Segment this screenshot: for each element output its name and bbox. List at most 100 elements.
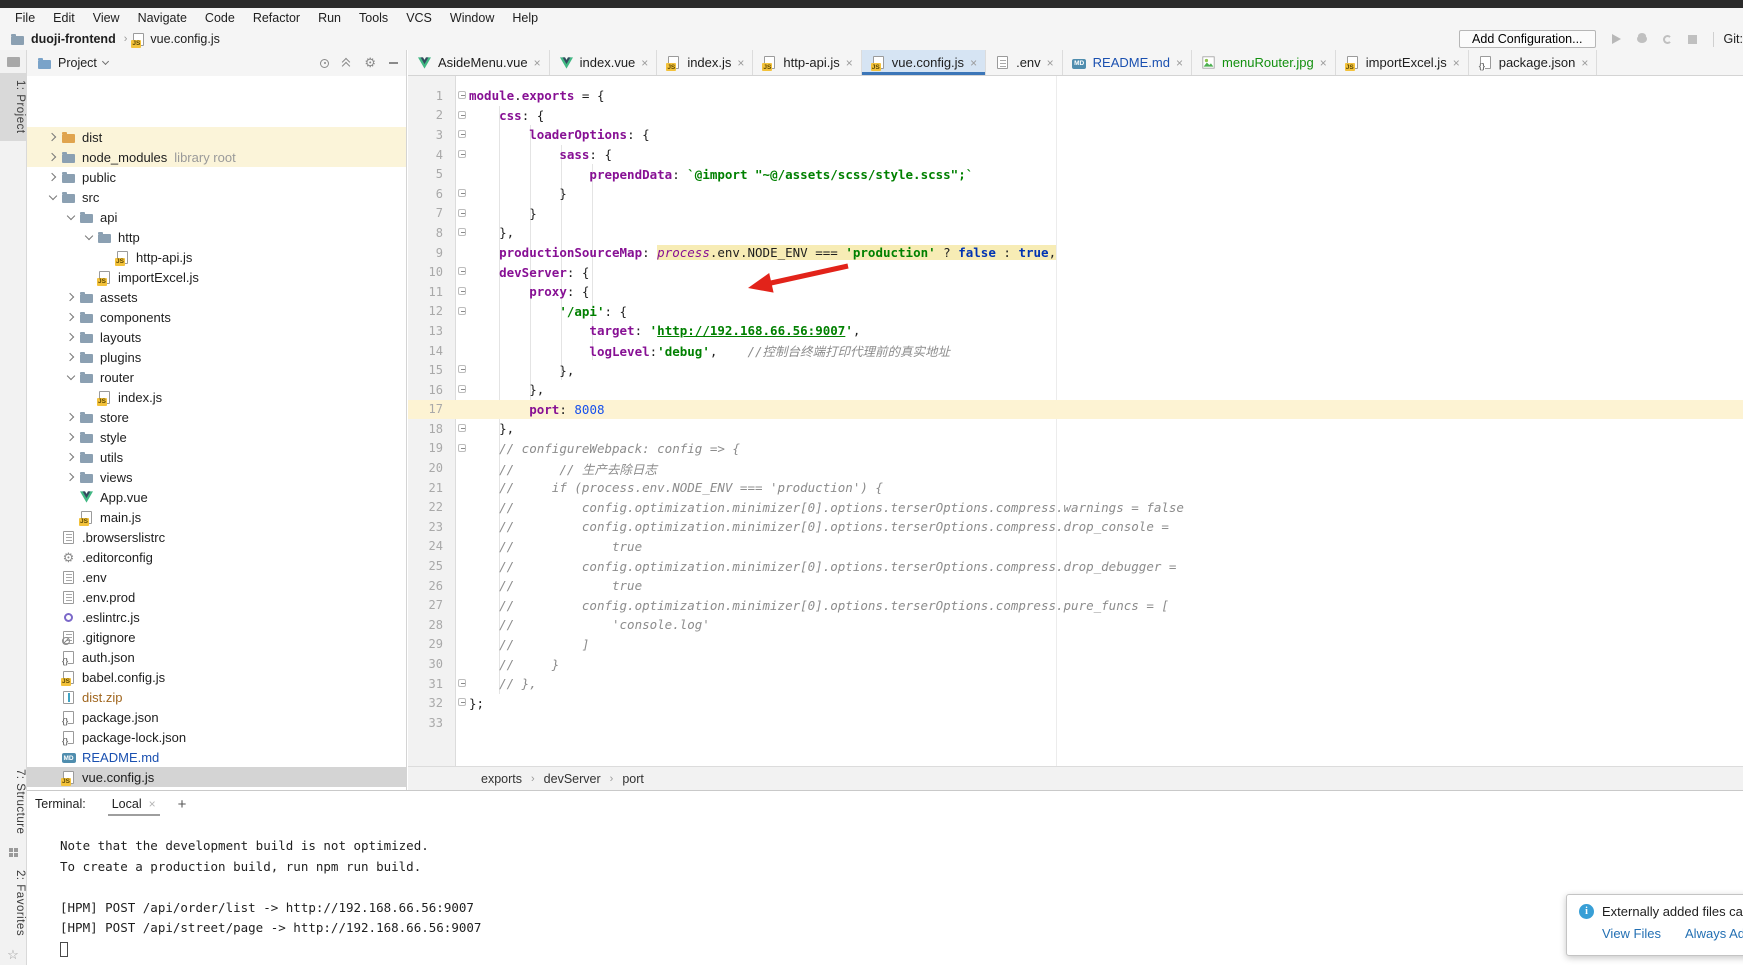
editor-tab-index-vue[interactable]: index.vue×: [550, 50, 658, 75]
gutter-line-number[interactable]: 16: [408, 380, 456, 400]
tree-item-router[interactable]: router: [27, 367, 406, 387]
tree-item-readme-md[interactable]: MDREADME.md: [27, 747, 406, 767]
gutter-line-number[interactable]: 26: [408, 576, 456, 596]
gutter-line-number[interactable]: 22: [408, 497, 456, 517]
code-line-24[interactable]: 24 // true: [408, 537, 1743, 557]
breadcrumb-devserver[interactable]: devServer: [544, 772, 601, 786]
tree-item-http-api-js[interactable]: http-api.js: [27, 247, 406, 267]
tree-item-vue-config-js[interactable]: vue.config.js: [27, 767, 406, 787]
add-configuration-button[interactable]: Add Configuration...: [1459, 30, 1596, 48]
menu-item-refactor[interactable]: Refactor: [244, 10, 309, 26]
code-line-27[interactable]: 27 // config.optimization.minimizer[0].o…: [408, 595, 1743, 615]
code-line-14[interactable]: 14 logLevel:'debug', //控制台终端打印代理前的真实地址: [408, 341, 1743, 361]
chevron-right-icon[interactable]: [48, 133, 56, 141]
tree-item-editorconfig[interactable]: ⚙.editorconfig: [27, 547, 406, 567]
tree-item-package-json[interactable]: package.json: [27, 707, 406, 727]
code-line-31[interactable]: 31 // },: [408, 674, 1743, 694]
tree-item-babel-config-js[interactable]: babel.config.js: [27, 667, 406, 687]
editor-tab-env[interactable]: .env×: [986, 50, 1063, 75]
chevron-right-icon[interactable]: [66, 353, 74, 361]
code-line-5[interactable]: 5 prependData: `@import "~@/assets/scss/…: [408, 164, 1743, 184]
gutter-line-number[interactable]: 8: [408, 223, 456, 243]
editor-tab-vue-config-js[interactable]: vue.config.js×: [862, 50, 986, 75]
tree-item-api[interactable]: api: [27, 207, 406, 227]
gutter-line-number[interactable]: 15: [408, 360, 456, 380]
gutter-line-number[interactable]: 24: [408, 537, 456, 557]
tree-item-utils[interactable]: utils: [27, 447, 406, 467]
terminal-output[interactable]: Note that the development build is not o…: [27, 817, 1743, 961]
gutter-line-number[interactable]: 33: [408, 713, 456, 733]
gutter-line-number[interactable]: 25: [408, 556, 456, 576]
code-line-7[interactable]: 7 }: [408, 204, 1743, 224]
menu-item-run[interactable]: Run: [309, 10, 350, 26]
gutter-line-number[interactable]: 12: [408, 302, 456, 322]
chevron-down-icon[interactable]: [49, 192, 57, 200]
fold-start-icon[interactable]: [458, 267, 466, 275]
menu-item-code[interactable]: Code: [196, 10, 244, 26]
gutter-line-number[interactable]: 9: [408, 243, 456, 263]
code-line-23[interactable]: 23 // config.optimization.minimizer[0].o…: [408, 517, 1743, 537]
tree-item-browserslistrc[interactable]: .browserslistrc: [27, 527, 406, 547]
grid-icon[interactable]: [9, 848, 18, 857]
chevron-right-icon[interactable]: [66, 413, 74, 421]
gutter-line-number[interactable]: 19: [408, 439, 456, 459]
editor-tab-http-api-js[interactable]: http-api.js×: [753, 50, 861, 75]
stripe-button-7-structure[interactable]: 7: Structure: [0, 762, 26, 841]
tree-item-dist[interactable]: dist: [27, 127, 406, 147]
code-line-33[interactable]: 33: [408, 713, 1743, 733]
chevron-down-icon[interactable]: [85, 232, 93, 240]
fold-end-icon[interactable]: [458, 228, 466, 236]
tree-item-eslintrc-js[interactable]: .eslintrc.js: [27, 607, 406, 627]
run-icon[interactable]: [1612, 34, 1621, 44]
tree-item-node-modules[interactable]: node_moduleslibrary root: [27, 147, 406, 167]
debug-icon[interactable]: [1637, 35, 1647, 43]
menu-item-window[interactable]: Window: [441, 10, 503, 26]
chevron-right-icon[interactable]: [66, 293, 74, 301]
tree-item-app-vue[interactable]: App.vue: [27, 487, 406, 507]
code-line-11[interactable]: 11 proxy: {: [408, 282, 1743, 302]
menu-item-view[interactable]: View: [84, 10, 129, 26]
terminal-prompt-line[interactable]: [60, 941, 1743, 962]
code-line-16[interactable]: 16 },: [408, 380, 1743, 400]
fold-start-icon[interactable]: [458, 150, 466, 158]
menu-item-file[interactable]: File: [6, 10, 44, 26]
gutter-line-number[interactable]: 10: [408, 262, 456, 282]
tree-item-main-js[interactable]: main.js: [27, 507, 406, 527]
hide-panel-icon[interactable]: [389, 62, 398, 64]
code-line-21[interactable]: 21 // if (process.env.NODE_ENV === 'prod…: [408, 478, 1743, 498]
tree-item-src[interactable]: src: [27, 187, 406, 207]
code-line-29[interactable]: 29 // ]: [408, 635, 1743, 655]
tree-item-layouts[interactable]: layouts: [27, 327, 406, 347]
tree-item-http[interactable]: http: [27, 227, 406, 247]
gutter-line-number[interactable]: 3: [408, 125, 456, 145]
close-icon[interactable]: ×: [640, 56, 649, 70]
chevron-right-icon[interactable]: [66, 333, 74, 341]
terminal-link[interactable]: http://192.168.66.56:9007: [286, 900, 474, 915]
gutter-line-number[interactable]: 5: [408, 164, 456, 184]
code-line-32[interactable]: 32};: [408, 693, 1743, 713]
close-icon[interactable]: ×: [969, 56, 978, 70]
gutter-line-number[interactable]: 30: [408, 654, 456, 674]
stripe-button-2-favorites[interactable]: 2: Favorites: [0, 863, 26, 943]
gutter-line-number[interactable]: 31: [408, 674, 456, 694]
tree-item-env[interactable]: .env: [27, 567, 406, 587]
fold-start-icon[interactable]: [458, 287, 466, 295]
tree-item-public[interactable]: public: [27, 167, 406, 187]
editor-tab-asidemenu-vue[interactable]: AsideMenu.vue×: [408, 50, 550, 75]
gutter-line-number[interactable]: 13: [408, 321, 456, 341]
code-line-4[interactable]: 4 sass: {: [408, 145, 1743, 165]
editor-tab-menurouter-jpg[interactable]: menuRouter.jpg×: [1192, 50, 1336, 75]
code-line-8[interactable]: 8 },: [408, 223, 1743, 243]
chevron-right-icon[interactable]: [48, 173, 56, 181]
gutter-line-number[interactable]: 20: [408, 458, 456, 478]
tree-item-gitignore[interactable]: .gitignore: [27, 627, 406, 647]
chevron-right-icon[interactable]: [66, 473, 74, 481]
code-line-10[interactable]: 10 devServer: {: [408, 262, 1743, 282]
menu-item-edit[interactable]: Edit: [44, 10, 84, 26]
close-icon[interactable]: ×: [845, 56, 854, 70]
close-icon[interactable]: ×: [149, 797, 156, 811]
star-icon[interactable]: ☆: [7, 947, 19, 963]
chevron-right-icon[interactable]: [66, 313, 74, 321]
tree-item-views[interactable]: views: [27, 467, 406, 487]
code-line-6[interactable]: 6 }: [408, 184, 1743, 204]
